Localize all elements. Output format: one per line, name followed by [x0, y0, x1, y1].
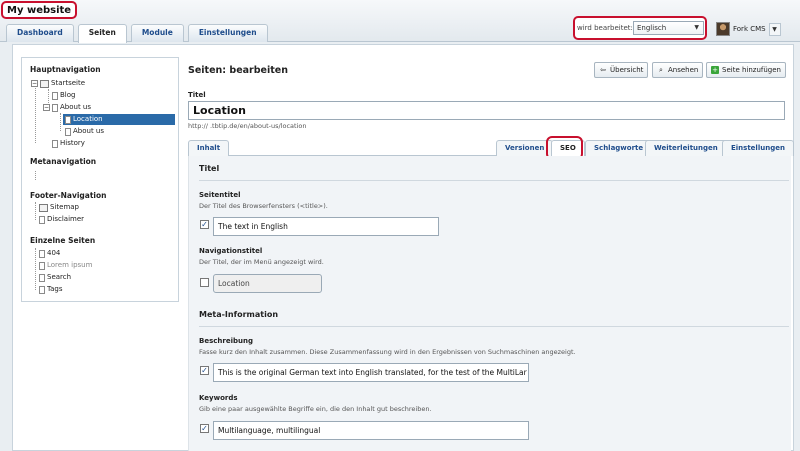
tab-tags[interactable]: Schlagworte — [585, 140, 653, 156]
nav-title-input[interactable]: Location — [213, 274, 322, 293]
page-icon — [52, 139, 58, 148]
nav-title-help: Der Titel, der im Menü angezeigt wird. — [199, 258, 324, 266]
keywords-label: Keywords — [199, 394, 238, 402]
back-arrow-icon: ⇦ — [600, 66, 606, 74]
page-icon — [39, 285, 45, 294]
tree-heading-main: Hauptnavigation — [30, 65, 101, 74]
description-label: Beschreibung — [199, 337, 253, 345]
magnifier-icon: ⌕ — [659, 66, 663, 74]
tab-redirects[interactable]: Weiterleitungen — [645, 140, 727, 156]
chevron-down-icon: ▼ — [694, 24, 699, 31]
tree-item-blog[interactable]: Blog — [52, 90, 75, 101]
tree-item-about-us[interactable]: − About us — [43, 102, 91, 113]
page-tree: Hauptnavigation − Startseite Blog − Abou… — [21, 57, 179, 302]
page-icon — [39, 249, 45, 258]
view-button[interactable]: ⌕ Ansehen — [652, 62, 704, 78]
page-title-label: Seitentitel — [199, 191, 241, 199]
user-name: Fork CMS — [733, 25, 766, 33]
edit-page-main: Seiten: bearbeiten ⇦ Übersicht ⌕ Ansehen… — [188, 45, 794, 451]
tab-pages[interactable]: Seiten — [77, 24, 127, 43]
top-header: My website Dashboard Seiten Module Einst… — [0, 0, 800, 43]
tree-item-about-us-sub[interactable]: About us — [65, 126, 104, 137]
keywords-help: Gib eine paar ausgewählte Begriffe ein, … — [199, 405, 432, 413]
tree-item-search[interactable]: Search — [39, 272, 71, 283]
page-icon — [52, 103, 58, 112]
keywords-input[interactable]: Multilanguage, multilingual — [213, 421, 529, 440]
tab-versions[interactable]: Versionen — [496, 140, 554, 156]
page-title-help: Der Titel des Browserfensters (<title>). — [199, 202, 328, 210]
home-page-icon — [40, 79, 49, 88]
page-icon — [65, 115, 71, 124]
keywords-override-checkbox[interactable]: ✓ — [200, 424, 209, 433]
tree-item-startseite[interactable]: − Startseite — [31, 78, 85, 89]
overview-button[interactable]: ⇦ Übersicht — [594, 62, 649, 78]
tree-heading-single: Einzelne Seiten — [30, 236, 96, 245]
plus-icon: + — [711, 66, 719, 74]
user-dropdown-icon[interactable]: ▼ — [768, 22, 781, 36]
page-icon — [39, 273, 45, 282]
tree-item-lorem-ipsum[interactable]: Lorem ipsum — [39, 260, 92, 271]
tab-modules[interactable]: Module — [130, 24, 184, 42]
add-page-button[interactable]: + Seite hinzufügen — [706, 62, 786, 78]
page-icon — [65, 127, 71, 136]
nav-title-override-checkbox[interactable] — [200, 278, 209, 287]
section-title-title: Titel — [199, 164, 220, 173]
tab-page-settings[interactable]: Einstellungen — [722, 140, 794, 156]
section-divider — [199, 180, 789, 181]
content-tabs: Inhalt Versionen SEO Schlagworte Weiterl… — [188, 136, 794, 160]
description-input[interactable]: This is the original German text into En… — [213, 363, 529, 382]
tree-item-sitemap[interactable]: Sitemap — [39, 202, 79, 213]
tab-settings[interactable]: Einstellungen — [187, 24, 268, 42]
editing-language-box: wird bearbeitet: Englisch ▼ — [573, 16, 707, 40]
section-title-meta: Meta-Information — [199, 310, 279, 319]
page-title-input[interactable]: The text in English — [213, 217, 439, 236]
content-panel: Hauptnavigation − Startseite Blog − Abou… — [12, 44, 794, 451]
tree-item-location[interactable]: Location — [63, 114, 175, 125]
description-help: Fasse kurz den Inhalt zusammen. Diese Zu… — [199, 348, 576, 356]
title-label: Titel — [188, 91, 206, 99]
page-icon — [39, 215, 45, 224]
user-menu[interactable]: Fork CMS ▼ — [716, 20, 788, 38]
avatar — [716, 22, 730, 36]
seo-panel: Titel Seitentitel Der Titel des Browserf… — [188, 156, 791, 451]
page-title: Seiten: bearbeiten — [188, 65, 288, 76]
tree-item-404[interactable]: 404 — [39, 248, 60, 259]
language-select-value: Englisch — [637, 24, 667, 32]
tree-heading-footer: Footer-Navigation — [30, 191, 107, 200]
tab-content[interactable]: Inhalt — [188, 140, 230, 156]
description-override-checkbox[interactable]: ✓ — [200, 366, 209, 375]
site-title-link[interactable]: My website — [1, 1, 78, 19]
nav-title-label: Navigationstitel — [199, 247, 263, 255]
main-tabs: Dashboard Seiten Module Einstellungen — [6, 24, 268, 43]
collapse-icon[interactable]: − — [31, 80, 38, 87]
editing-label: wird bearbeitet: — [577, 24, 633, 32]
collapse-icon[interactable]: − — [43, 104, 50, 111]
tree-heading-meta: Metanavigation — [30, 157, 97, 166]
tab-dashboard[interactable]: Dashboard — [6, 24, 74, 42]
tree-item-history[interactable]: History — [52, 138, 85, 149]
page-title-override-checkbox[interactable]: ✓ — [200, 220, 209, 229]
tree-item-disclaimer[interactable]: Disclaimer — [39, 214, 84, 225]
language-select[interactable]: Englisch ▼ — [633, 21, 704, 35]
page-icon — [39, 261, 45, 270]
page-title-input[interactable]: Location — [188, 101, 785, 120]
tree-item-tags[interactable]: Tags — [39, 284, 63, 295]
section-divider — [199, 326, 789, 327]
sitemap-icon — [39, 203, 48, 212]
page-url: http:// .tbtip.de/en/about-us/location — [188, 122, 307, 130]
page-icon — [52, 91, 58, 100]
